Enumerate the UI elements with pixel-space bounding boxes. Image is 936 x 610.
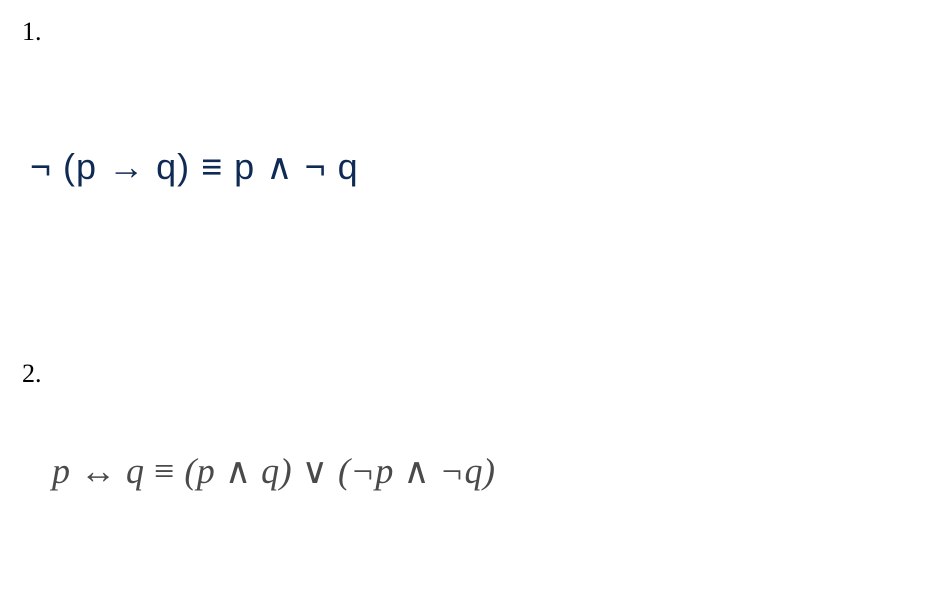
open-paren-negp: (¬p [338, 451, 394, 491]
problem-2-expression: p ↔ q ≡ (p ∧ q) ∨ (¬p ∧ ¬q) [52, 450, 914, 493]
and-symbol: ∧ [403, 451, 430, 491]
and-symbol: ∧ [266, 146, 293, 187]
p-symbol: p [234, 146, 255, 187]
open-paren-p: (p [184, 451, 215, 491]
open-paren-p: (p [63, 146, 97, 187]
biimp-symbol: ↔ [80, 451, 117, 491]
neg-symbol: ¬ [305, 146, 327, 187]
q-symbol: q [338, 146, 359, 187]
q-symbol: q [126, 451, 145, 491]
p-symbol: p [52, 451, 71, 491]
neg-symbol: ¬ [30, 146, 52, 187]
and-symbol: ∧ [225, 451, 252, 491]
equiv-symbol: ≡ [154, 451, 175, 491]
q-close-paren: q) [261, 451, 292, 491]
problem-1-number: 1. [22, 16, 914, 47]
arrow-symbol: → [108, 146, 145, 187]
q-close-paren: q) [156, 146, 190, 187]
problem-2-number: 2. [22, 358, 914, 389]
or-symbol: ∨ [302, 451, 329, 491]
problem-1-expression: ¬ (p → q) ≡ p ∧ ¬ q [30, 145, 914, 188]
negq-close-paren: ¬q) [440, 451, 496, 491]
equiv-symbol: ≡ [201, 146, 223, 187]
